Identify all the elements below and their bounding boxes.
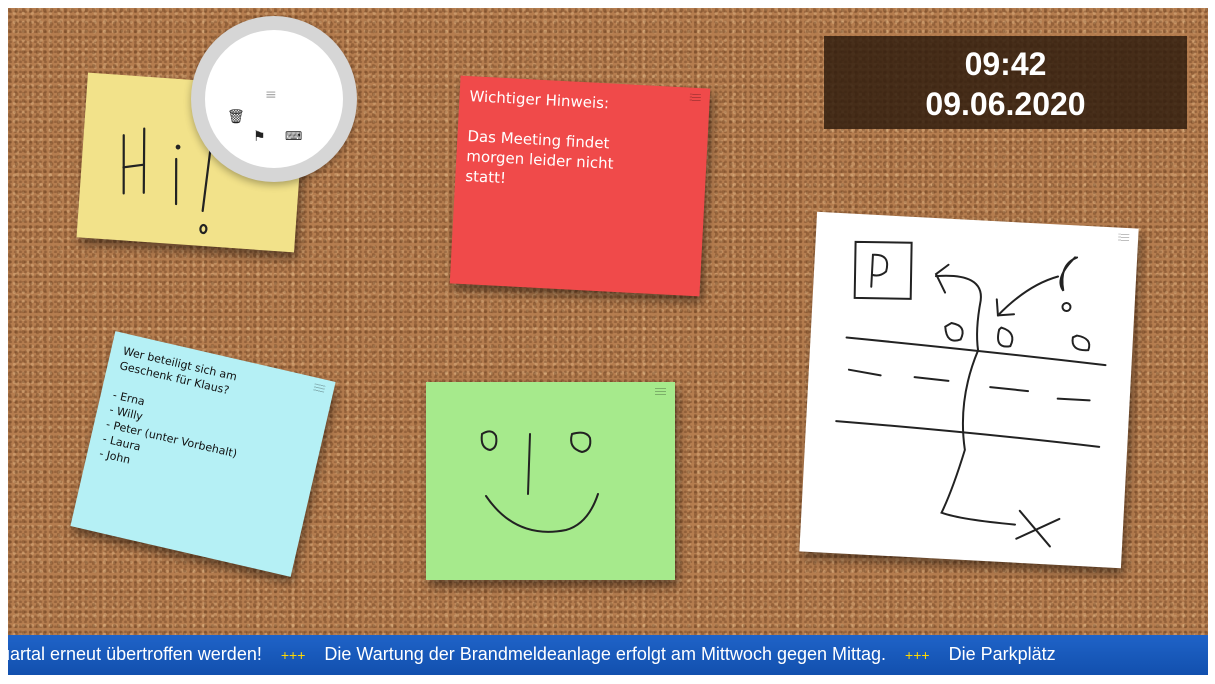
sticky-note-white[interactable] <box>799 211 1139 569</box>
handwriting-parking-map <box>835 240 1107 548</box>
ticker-item: Die Parkplätz <box>948 644 1056 664</box>
clock-date: 09.06.2020 <box>925 86 1086 122</box>
sticky-note-blue[interactable]: Wer beteiligt sich am Geschenk für Klaus… <box>70 331 336 577</box>
note-context-menu[interactable]: ≡ 🗑 ⚑ ⌨ <box>191 16 357 182</box>
menu-icon[interactable]: ≡ <box>265 88 277 102</box>
note-text: Wer beteiligt sich am Geschenk für Klaus… <box>98 344 239 467</box>
ticker-separator: +++ <box>905 647 930 663</box>
keyboard-icon[interactable]: ⌨ <box>285 130 302 142</box>
sticky-note-green[interactable] <box>426 382 675 580</box>
corkboard[interactable]: ≡ 🗑 ⚑ ⌨ Wichtiger Hinweis: Das Meeting f… <box>8 8 1208 635</box>
sticky-note-red[interactable]: Wichtiger Hinweis: Das Meeting findet mo… <box>449 75 711 297</box>
clock-time: 09:42 <box>964 46 1047 82</box>
ticker-track: uartal erneut übertroffen werden! +++ Di… <box>8 644 1056 665</box>
flag-icon[interactable]: ⚑ <box>253 130 266 144</box>
news-ticker: uartal erneut übertroffen werden! +++ Di… <box>8 635 1208 675</box>
handwriting-smiley <box>480 430 599 533</box>
ticker-separator: +++ <box>280 647 306 663</box>
grip-icon[interactable] <box>312 383 326 394</box>
ticker-item: uartal erneut übertroffen werden! <box>8 644 262 664</box>
ticker-item: Die Wartung der Brandmeldeanlage erfolgt… <box>324 644 887 664</box>
grip-icon[interactable] <box>689 93 701 103</box>
clock-widget: 09:42 09.06.2020 <box>824 36 1187 129</box>
trash-icon[interactable]: 🗑 <box>227 110 245 124</box>
note-text: Wichtiger Hinweis: Das Meeting findet mo… <box>464 87 614 188</box>
